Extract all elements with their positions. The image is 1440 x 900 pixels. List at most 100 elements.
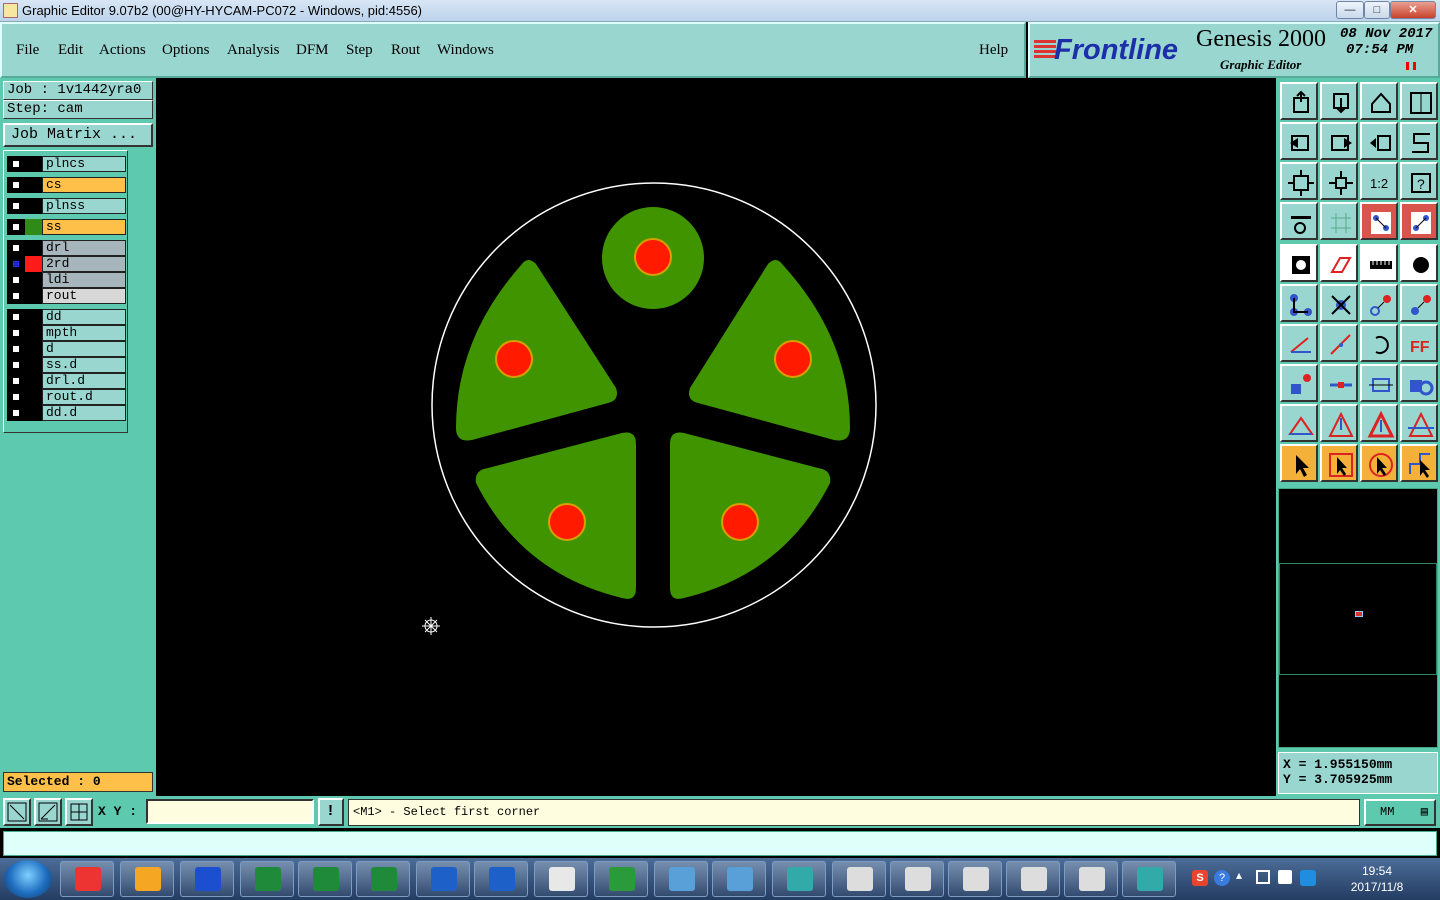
editor-app-taskbar-button[interactable] (534, 861, 588, 897)
select-tool-button[interactable] (1320, 444, 1358, 482)
layer-checkbox[interactable] (7, 341, 25, 357)
layer-name[interactable]: d (42, 341, 126, 357)
layer-checkbox[interactable] (7, 219, 25, 235)
resize-tool-button[interactable] (1360, 364, 1398, 402)
grid-snap-button[interactable] (65, 798, 93, 826)
layer-row-dd-d[interactable]: dd.d (7, 405, 126, 421)
layer-color-swatch[interactable] (25, 256, 42, 272)
window-tool-button[interactable] (1400, 82, 1438, 120)
fit-tool-button[interactable] (1280, 162, 1318, 200)
layer-color-swatch[interactable] (25, 373, 42, 389)
line-tool-button[interactable] (1280, 324, 1318, 362)
alert-button[interactable]: ! (318, 798, 344, 826)
layer-name[interactable]: cs (42, 177, 126, 193)
flip-tool-button[interactable]: FF (1400, 324, 1438, 362)
layer-name[interactable]: ldi (42, 272, 126, 288)
layers-red-tool-button[interactable] (1360, 202, 1398, 240)
start-button[interactable] (4, 860, 52, 898)
tri3-tool-button[interactable] (1360, 404, 1398, 442)
layer-name[interactable]: plncs (42, 156, 126, 172)
connect-tool-button[interactable] (1280, 284, 1318, 322)
menu-rout[interactable]: Rout (391, 42, 420, 59)
menu-dfm[interactable]: DFM (296, 42, 329, 59)
zoom-tool-button[interactable] (1320, 162, 1358, 200)
show-hidden-icon[interactable]: ▴ (1236, 868, 1242, 882)
save-tool-button[interactable] (1320, 82, 1358, 120)
layer-checkbox[interactable] (7, 177, 25, 193)
grid-tool-button[interactable] (1320, 202, 1358, 240)
layer-name[interactable]: dd.d (42, 405, 126, 421)
layers-red2-tool-button[interactable] (1400, 202, 1438, 240)
help-tool-button[interactable]: ? (1400, 162, 1438, 200)
arrow-tool-button[interactable] (1280, 444, 1318, 482)
excel2-app-taskbar-button[interactable] (298, 861, 352, 897)
menu-windows[interactable]: Windows (437, 42, 494, 59)
line2-tool-button[interactable] (1320, 324, 1358, 362)
open-tool-button[interactable] (1280, 82, 1318, 120)
photo-app-taskbar-button[interactable] (654, 861, 708, 897)
genesis-app-taskbar-button[interactable] (60, 861, 114, 897)
minimize-button[interactable]: — (1336, 1, 1364, 19)
layer-checkbox[interactable] (7, 198, 25, 214)
layer-row-drl[interactable]: drl (7, 240, 126, 256)
prev-tool-button[interactable] (1280, 122, 1318, 160)
measure-button[interactable] (34, 798, 62, 826)
layer-name[interactable]: mpth (42, 325, 126, 341)
tri2-tool-button[interactable] (1320, 404, 1358, 442)
layer-color-swatch[interactable] (25, 272, 42, 288)
floppy-app-taskbar-button[interactable] (180, 861, 234, 897)
layer-name[interactable]: plnss (42, 198, 126, 214)
layer-row-2rd[interactable]: 2rd (7, 256, 126, 272)
copy-tool-button[interactable] (1400, 364, 1438, 402)
eye-app-taskbar-button[interactable] (772, 861, 826, 897)
layer-checkbox[interactable] (7, 309, 25, 325)
graphic-canvas[interactable] (156, 78, 1276, 795)
ge3-app-taskbar-button[interactable] (948, 861, 1002, 897)
menu-options[interactable]: Options (162, 42, 210, 59)
tri-tool-button[interactable] (1280, 404, 1318, 442)
layer-row-rout[interactable]: rout (7, 288, 126, 304)
snap-tool-button[interactable] (1360, 284, 1398, 322)
select2-tool-button[interactable] (1360, 444, 1398, 482)
menu-step[interactable]: Step (346, 42, 373, 59)
shell-app-taskbar-button[interactable] (120, 861, 174, 897)
layer-color-swatch[interactable] (25, 240, 42, 256)
photo2-app-taskbar-button[interactable] (712, 861, 766, 897)
undo-tool-button[interactable] (1360, 324, 1398, 362)
pf-app-taskbar-button[interactable] (594, 861, 648, 897)
pad-tool-button[interactable] (1400, 244, 1438, 282)
layer-name[interactable]: ss (42, 219, 126, 235)
job-matrix-button[interactable]: Job Matrix ... (3, 123, 153, 147)
ratio-tool-button[interactable]: 1:2 (1360, 162, 1398, 200)
snap2-tool-button[interactable] (1400, 284, 1438, 322)
layer-color-swatch[interactable] (25, 357, 42, 373)
pcb-drawing[interactable] (156, 78, 1276, 795)
layer-name[interactable]: rout (42, 288, 126, 304)
layer-checkbox[interactable] (7, 325, 25, 341)
help-tray-icon[interactable]: ? (1214, 870, 1230, 886)
network-icon[interactable] (1256, 870, 1270, 884)
layer-row-dd[interactable]: dd (7, 309, 126, 325)
layer-row-mpth[interactable]: mpth (7, 325, 126, 341)
layer-color-swatch[interactable] (25, 341, 42, 357)
next-tool-button[interactable] (1320, 122, 1358, 160)
ge2-app-taskbar-button[interactable] (890, 861, 944, 897)
ge4-app-taskbar-button[interactable] (1006, 861, 1060, 897)
pause-icon[interactable] (1406, 62, 1416, 70)
layer-color-swatch[interactable] (25, 156, 42, 172)
layer-name[interactable]: rout.d (42, 389, 126, 405)
layer-row-cs[interactable]: cs (7, 177, 126, 193)
layer-checkbox[interactable] (7, 405, 25, 421)
layer-name[interactable]: drl (42, 240, 126, 256)
layer-color-swatch[interactable] (25, 405, 42, 421)
cross-tool-button[interactable] (1320, 284, 1358, 322)
maximize-button[interactable]: □ (1364, 1, 1390, 19)
layer-row-ss[interactable]: ss (7, 219, 126, 235)
layer-color-swatch[interactable] (25, 309, 42, 325)
layer-row-rout-d[interactable]: rout.d (7, 389, 126, 405)
edit-tool-button[interactable] (1320, 244, 1358, 282)
network-app-taskbar-button[interactable] (1122, 861, 1176, 897)
layer-checkbox[interactable] (7, 156, 25, 172)
overview-minimap[interactable] (1278, 488, 1438, 748)
frontline2-app-taskbar-button[interactable] (474, 861, 528, 897)
